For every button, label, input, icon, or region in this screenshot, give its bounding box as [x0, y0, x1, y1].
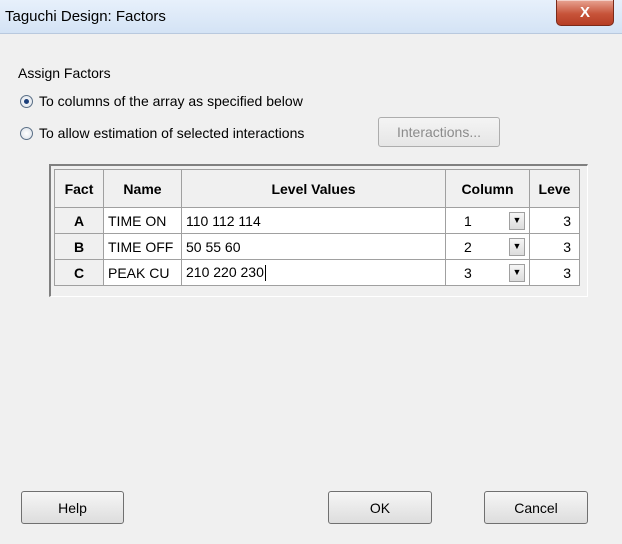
header-name: Name — [103, 169, 182, 208]
column-value: 1 — [464, 212, 472, 229]
factors-table: Fact Name Level Values Column Leve A TIM… — [54, 169, 580, 286]
radio-interactions-label: To allow estimation of selected interact… — [39, 125, 305, 141]
header-levels: Leve — [529, 169, 580, 208]
level-values-cell[interactable]: 210 220 230 — [181, 259, 446, 286]
column-value: 3 — [464, 264, 472, 281]
header-level-values: Level Values — [181, 169, 446, 208]
name-cell[interactable]: TIME ON — [103, 207, 182, 234]
column-value: 2 — [464, 238, 472, 255]
assign-factors-label: Assign Factors — [18, 65, 111, 81]
column-cell[interactable]: 3 ▼ — [445, 259, 530, 286]
radio-columns-as-specified[interactable]: To columns of the array as specified bel… — [20, 93, 303, 109]
chevron-down-icon[interactable]: ▼ — [509, 237, 525, 256]
chevron-down-icon[interactable]: ▼ — [509, 263, 525, 282]
text-cursor — [264, 265, 266, 282]
title-bar: Taguchi Design: Factors X — [0, 0, 622, 34]
table-row: B TIME OFF 50 55 60 2 ▼ 3 — [54, 233, 580, 260]
level-values-cell[interactable]: 110 112 114 — [181, 207, 446, 234]
chevron-down-icon[interactable]: ▼ — [509, 211, 525, 230]
radio-estimate-interactions[interactable]: To allow estimation of selected interact… — [20, 125, 304, 141]
name-cell[interactable]: TIME OFF — [103, 233, 182, 260]
radio-columns-label: To columns of the array as specified bel… — [39, 93, 303, 109]
interactions-button[interactable]: Interactions... — [378, 117, 500, 147]
cancel-button[interactable]: Cancel — [484, 491, 588, 524]
close-button[interactable]: X — [556, 0, 614, 26]
name-cell[interactable]: PEAK CU — [103, 259, 182, 286]
header-column: Column — [445, 169, 530, 208]
level-values-cell[interactable]: 50 55 60 — [181, 233, 446, 260]
factors-grid: Fact Name Level Values Column Leve A TIM… — [49, 164, 588, 297]
table-row: A TIME ON 110 112 114 1 ▼ 3 — [54, 207, 580, 234]
radio-unchecked-icon[interactable] — [20, 126, 33, 140]
level-values-text: 210 220 230 — [186, 263, 264, 280]
fact-cell: A — [54, 207, 104, 234]
fact-cell: B — [54, 233, 104, 260]
fact-cell: C — [54, 259, 104, 286]
help-button[interactable]: Help — [21, 491, 124, 524]
column-cell[interactable]: 2 ▼ — [445, 233, 530, 260]
ok-button[interactable]: OK — [328, 491, 432, 524]
table-row: C PEAK CU 210 220 230 3 ▼ 3 — [54, 259, 580, 286]
header-fact: Fact — [54, 169, 104, 208]
levels-cell: 3 — [529, 259, 580, 286]
levels-cell: 3 — [529, 233, 580, 260]
column-cell[interactable]: 1 ▼ — [445, 207, 530, 234]
levels-cell: 3 — [529, 207, 580, 234]
radio-checked-icon[interactable] — [20, 94, 33, 108]
window-title: Taguchi Design: Factors — [5, 8, 166, 25]
